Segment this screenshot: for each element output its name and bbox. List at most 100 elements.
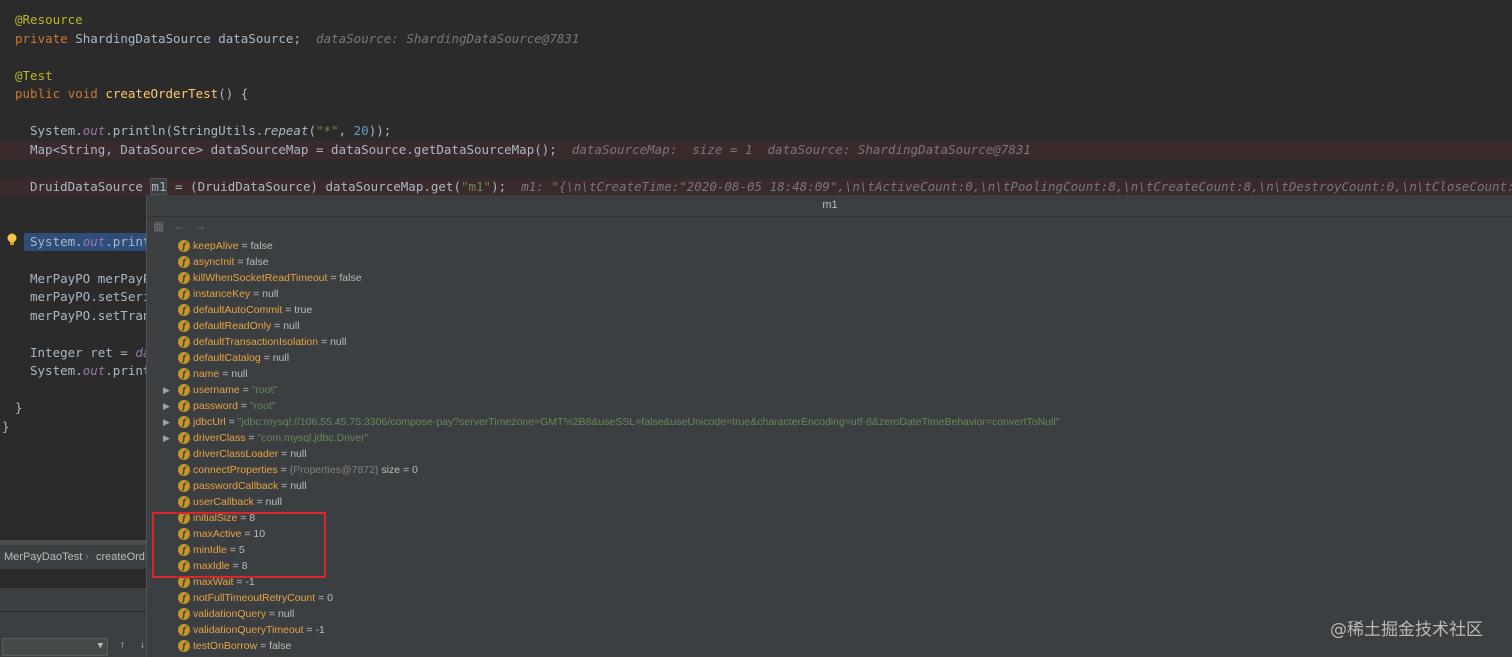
- up-arrow-icon[interactable]: ↑: [119, 638, 126, 651]
- code-line: }: [15, 400, 23, 415]
- inline-debug-value: m1: "{\n\tCreateTime:"2020-08-05 18:48:0…: [521, 179, 1512, 194]
- field-value: null: [290, 480, 307, 492]
- equals-sign: =: [277, 464, 290, 476]
- popup-title[interactable]: m1: [147, 195, 1512, 217]
- variable-inspector-popup: m1 ▦ ← → f keepAlive = false f asyncInit = …: [146, 195, 1512, 657]
- field-entry: passwordCallback = null: [193, 478, 307, 494]
- field-value: null: [290, 448, 307, 460]
- field-name: testOnBorrow: [193, 640, 258, 652]
- field-name: userCallback: [193, 496, 254, 508]
- field-icon: f: [178, 368, 190, 380]
- field-icon: f: [178, 240, 190, 252]
- field-value: 0: [327, 592, 333, 604]
- breadcrumb-class[interactable]: MerPayDaoTest: [4, 545, 82, 569]
- code-line: Map<String, DataSource> dataSourceMap = …: [30, 142, 1031, 157]
- field-icon: f: [178, 608, 190, 620]
- field-icon: f: [178, 640, 190, 652]
- equals-sign: =: [278, 448, 291, 460]
- field-value: "root": [251, 384, 278, 396]
- equals-sign: =: [278, 480, 291, 492]
- field-entry: password = "root": [193, 398, 275, 414]
- field-entry: notFullTimeoutRetryCount = 0: [193, 590, 333, 606]
- field-name: driverClass: [193, 432, 246, 444]
- equals-sign: =: [225, 416, 238, 428]
- expand-arrow-icon[interactable]: ▶: [163, 414, 173, 430]
- divider: [0, 611, 146, 612]
- expand-arrow-icon[interactable]: ▶: [163, 382, 173, 398]
- code-line: MerPayPO merPayP: [30, 271, 151, 286]
- equals-sign: =: [219, 368, 232, 380]
- popup-toolbar: ▦ ← →: [147, 217, 1512, 237]
- field-name: connectProperties: [193, 464, 278, 476]
- field-icon: f: [178, 480, 190, 492]
- equals-sign: =: [327, 272, 340, 284]
- back-arrow-icon[interactable]: ←: [174, 219, 186, 233]
- code-line: DruidDataSource m1 = (DruidDataSource) d…: [30, 178, 1512, 196]
- field-value: null: [262, 288, 279, 300]
- code-line: merPayPO.setTran: [30, 308, 151, 323]
- equals-sign: =: [303, 624, 316, 636]
- equals-sign: =: [245, 432, 258, 444]
- field-name: killWhenSocketReadTimeout: [193, 272, 328, 284]
- field-entry: defaultTransactionIsolation = null: [193, 334, 346, 350]
- field-value: "jdbc:mysql://106.55.45.75:3306/compose-…: [237, 416, 1060, 428]
- field-entry: asyncInit = false: [193, 254, 269, 270]
- equals-sign: =: [234, 256, 247, 268]
- field-icon: f: [178, 352, 190, 364]
- field-entry: defaultAutoCommit = true: [193, 302, 312, 318]
- inline-debug-value: dataSourceMap: size = 1 dataSource: Shar…: [571, 142, 1031, 157]
- field-icon: f: [178, 496, 190, 508]
- frames-dropdown[interactable]: ▼: [2, 638, 108, 656]
- equals-sign: =: [271, 320, 284, 332]
- equals-sign: =: [250, 288, 263, 300]
- field-name: notFullTimeoutRetryCount: [193, 592, 316, 604]
- selected-variable: m1: [150, 178, 168, 195]
- equals-sign: =: [260, 352, 273, 364]
- field-entry: testOnBorrow = false: [193, 638, 291, 654]
- inline-debug-value: dataSource: ShardingDataSource@7831: [316, 31, 580, 46]
- equals-sign: =: [318, 336, 331, 348]
- forward-arrow-icon[interactable]: →: [194, 219, 206, 233]
- field-entry: killWhenSocketReadTimeout = false: [193, 270, 362, 286]
- hierarchy-icon[interactable]: ▦: [153, 219, 164, 233]
- field-value: -1: [315, 624, 325, 636]
- field-value: false: [246, 256, 269, 268]
- field-name: jdbcUrl: [193, 416, 226, 428]
- field-icon: f: [178, 400, 190, 412]
- field-entry: jdbcUrl = "jdbc:mysql://106.55.45.75:330…: [193, 414, 1059, 430]
- field-name: defaultCatalog: [193, 352, 261, 364]
- field-icon: f: [178, 592, 190, 604]
- field-value: false: [269, 640, 292, 652]
- field-name: validationQueryTimeout: [193, 624, 304, 636]
- expand-arrow-icon[interactable]: ▶: [163, 398, 173, 414]
- field-value: null: [231, 368, 248, 380]
- field-entry: instanceKey = null: [193, 286, 279, 302]
- field-name: driverClassLoader: [193, 448, 279, 460]
- field-entry: validationQuery = null: [193, 606, 294, 622]
- equals-sign: =: [257, 640, 270, 652]
- chevron-down-icon: ▼: [97, 641, 103, 651]
- watermark: @稀土掘金技术社区: [1330, 620, 1483, 640]
- field-icon: f: [178, 384, 190, 396]
- lightbulb-icon[interactable]: [6, 233, 18, 247]
- code-line: Integer ret = da: [30, 345, 151, 360]
- breadcrumb-separator-icon: ›: [85, 551, 89, 563]
- field-value: null: [265, 496, 283, 508]
- field-entry: defaultReadOnly = null: [193, 318, 300, 334]
- field-icon: f: [178, 464, 190, 476]
- down-arrow-icon[interactable]: ↓: [139, 638, 146, 651]
- equals-sign: =: [253, 496, 266, 508]
- code-line: System.out.println(StringUtils.repeat("*…: [30, 123, 392, 138]
- highlight-annotation-box: [152, 512, 326, 578]
- field-icon: f: [178, 432, 190, 444]
- field-icon: f: [178, 416, 190, 428]
- field-entry: driverClassLoader = null: [193, 446, 307, 462]
- field-name: passwordCallback: [193, 480, 279, 492]
- expand-arrow-icon[interactable]: ▶: [163, 430, 173, 446]
- field-icon: f: [178, 320, 190, 332]
- field-name: defaultReadOnly: [193, 320, 272, 332]
- field-value: null: [272, 352, 290, 364]
- field-icon: f: [178, 256, 190, 268]
- code-line: }: [2, 419, 10, 434]
- breadcrumb-method[interactable]: createOrd: [96, 545, 145, 569]
